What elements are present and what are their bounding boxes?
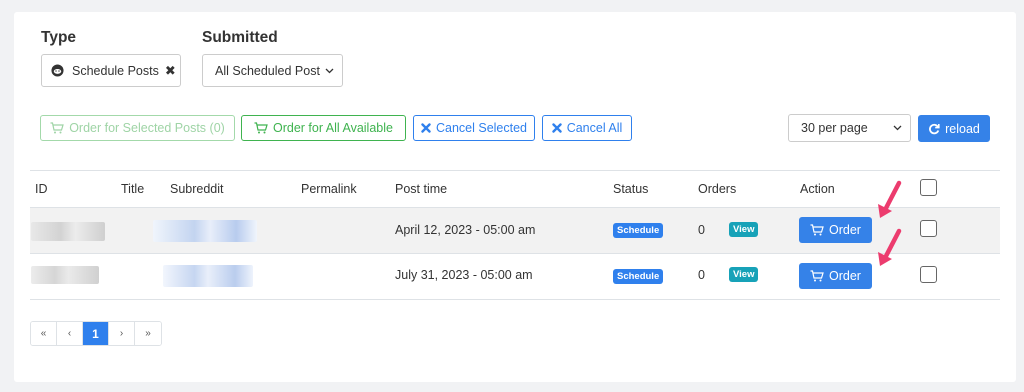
- reload-label: reload: [945, 121, 980, 136]
- cart-icon: [254, 122, 268, 134]
- page-first[interactable]: «: [31, 322, 57, 345]
- chevron-down-icon: [893, 125, 902, 131]
- blurred-subreddit: [163, 265, 253, 287]
- row-border: [30, 253, 1000, 254]
- cancel-all-button[interactable]: Cancel All: [542, 115, 632, 141]
- chevron-down-icon: [325, 68, 334, 73]
- row-checkbox[interactable]: [920, 266, 937, 283]
- remove-chip-icon[interactable]: ✖: [165, 63, 176, 79]
- refresh-icon: [929, 123, 940, 134]
- blurred-id: [31, 266, 99, 284]
- order-all-label: Order for All Available: [273, 121, 393, 135]
- type-label: Type: [41, 29, 77, 46]
- times-icon: [552, 123, 562, 133]
- header-subreddit: Subreddit: [170, 182, 224, 196]
- page-last[interactable]: »: [135, 322, 161, 345]
- status-badge: Schedule: [613, 223, 664, 238]
- blurred-subreddit: [153, 220, 257, 242]
- reddit-icon: [51, 64, 64, 77]
- type-chip-label: Schedule Posts: [72, 63, 159, 78]
- order-all-button[interactable]: Order for All Available: [241, 115, 406, 141]
- post-time: July 31, 2023 - 05:00 am: [395, 268, 533, 282]
- reload-button[interactable]: reload: [918, 115, 990, 142]
- header-post-time: Post time: [395, 182, 448, 196]
- header-action: Action: [800, 182, 835, 196]
- page-current[interactable]: 1: [83, 322, 109, 345]
- row-checkbox[interactable]: [920, 220, 937, 237]
- status-badge: Schedule: [613, 269, 664, 284]
- page-next[interactable]: ›: [109, 322, 135, 345]
- view-button[interactable]: View: [729, 222, 759, 237]
- arrow-icon: [878, 180, 902, 218]
- header-permalink: Permalink: [301, 182, 357, 196]
- type-chip[interactable]: Schedule Posts ✖: [41, 54, 181, 87]
- post-time: April 12, 2023 - 05:00 am: [395, 223, 536, 237]
- submitted-label: Submitted: [202, 29, 278, 46]
- per-page-select[interactable]: 30 per page: [788, 114, 911, 142]
- cart-icon: [810, 224, 824, 236]
- order-selected-button[interactable]: Order for Selected Posts (0): [40, 115, 235, 141]
- header-status: Status: [613, 182, 649, 196]
- header-id: ID: [35, 182, 48, 196]
- submitted-select[interactable]: All Scheduled Post: [202, 54, 343, 87]
- table-top-border: [30, 170, 1000, 171]
- cancel-all-label: Cancel All: [566, 121, 623, 135]
- orders-count: 0: [698, 223, 705, 237]
- order-button[interactable]: Order: [799, 263, 872, 289]
- order-selected-label: Order for Selected Posts (0): [69, 121, 225, 135]
- row-border: [30, 299, 1000, 300]
- times-icon: [421, 123, 431, 133]
- pagination: « ‹ 1 › »: [30, 321, 162, 346]
- page-prev[interactable]: ‹: [57, 322, 83, 345]
- order-button[interactable]: Order: [799, 217, 872, 243]
- orders-count: 0: [698, 268, 705, 282]
- cancel-selected-label: Cancel Selected: [435, 121, 528, 135]
- view-button[interactable]: View: [729, 267, 759, 282]
- order-button-label: Order: [829, 223, 861, 237]
- cancel-selected-button[interactable]: Cancel Selected: [413, 115, 535, 141]
- cart-icon: [810, 270, 824, 282]
- blurred-id: [31, 222, 105, 241]
- select-all-checkbox[interactable]: [920, 179, 937, 196]
- order-button-label: Order: [829, 269, 861, 283]
- header-title: Title: [121, 182, 145, 196]
- arrow-icon: [878, 228, 902, 266]
- cart-icon: [50, 122, 64, 134]
- per-page-value: 30 per page: [801, 121, 868, 135]
- submitted-select-value: All Scheduled Post: [215, 63, 320, 78]
- header-orders: Orders: [698, 182, 737, 196]
